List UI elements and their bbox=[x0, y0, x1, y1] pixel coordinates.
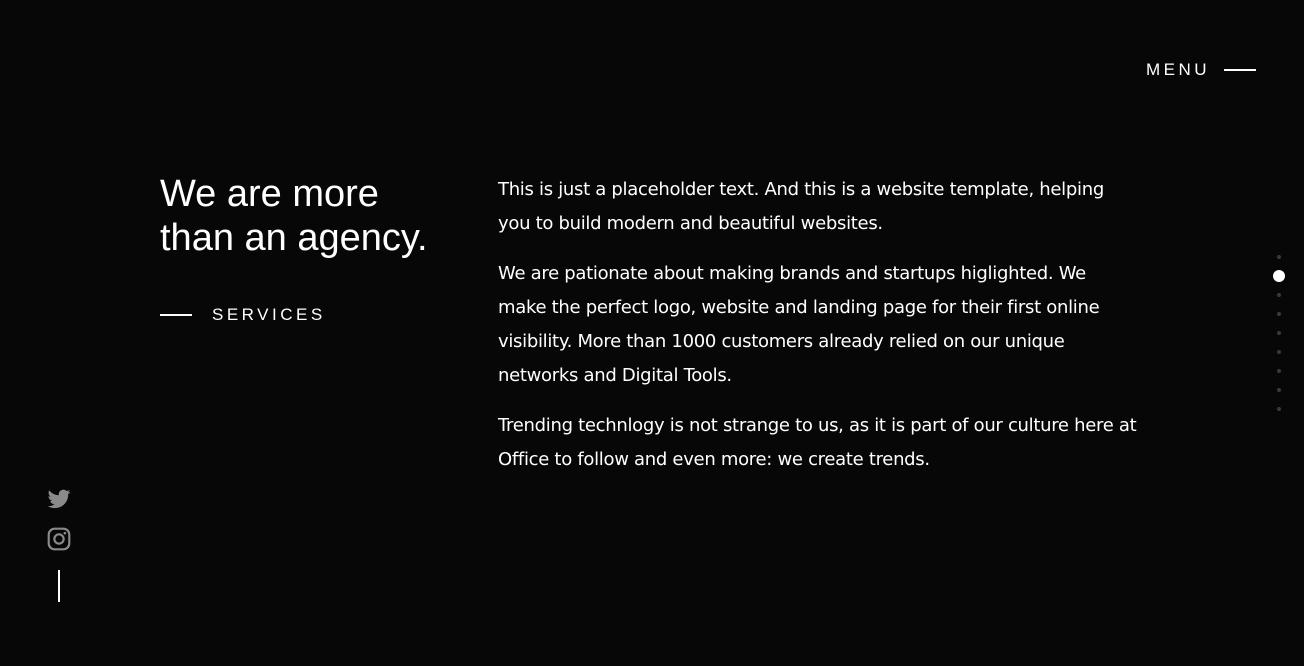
social-links bbox=[46, 486, 72, 602]
pagination-dot-7[interactable] bbox=[1277, 369, 1281, 373]
page-headline: We are more than an agency. bbox=[160, 172, 460, 260]
pagination-dot-3[interactable] bbox=[1277, 293, 1281, 297]
services-link[interactable]: SERVICES bbox=[160, 305, 326, 325]
pagination-dot-6[interactable] bbox=[1277, 350, 1281, 354]
paragraph-2: We are pationate about making brands and… bbox=[498, 263, 1100, 386]
pagination-dot-8[interactable] bbox=[1277, 388, 1281, 392]
menu-label: MENU bbox=[1145, 60, 1210, 79]
services-line-icon bbox=[160, 314, 192, 316]
headline-line-1: We are more bbox=[160, 173, 379, 215]
paragraph-1: This is just a placeholder text. And thi… bbox=[498, 179, 1104, 234]
pagination-dot-5[interactable] bbox=[1277, 331, 1281, 335]
content-text: This is just a placeholder text. And thi… bbox=[498, 173, 1138, 493]
pagination-dot-2-active[interactable] bbox=[1273, 270, 1285, 282]
twitter-icon[interactable] bbox=[46, 486, 72, 512]
paragraph-3: Trending technlogy is not strange to us,… bbox=[498, 415, 1137, 470]
services-label: SERVICES bbox=[212, 305, 326, 324]
menu-button[interactable]: MENU bbox=[1146, 60, 1256, 80]
page: MENU We are more than an agency. SERVICE… bbox=[0, 0, 1304, 666]
menu-line-icon bbox=[1224, 69, 1256, 71]
pagination-dot-9[interactable] bbox=[1277, 407, 1281, 411]
section-pagination bbox=[1273, 255, 1285, 426]
pagination-dot-4[interactable] bbox=[1277, 312, 1281, 316]
pagination-dot-1[interactable] bbox=[1277, 255, 1281, 259]
social-divider-line bbox=[58, 570, 60, 602]
instagram-icon[interactable] bbox=[46, 526, 72, 552]
headline-line-2: than an agency. bbox=[160, 217, 428, 259]
